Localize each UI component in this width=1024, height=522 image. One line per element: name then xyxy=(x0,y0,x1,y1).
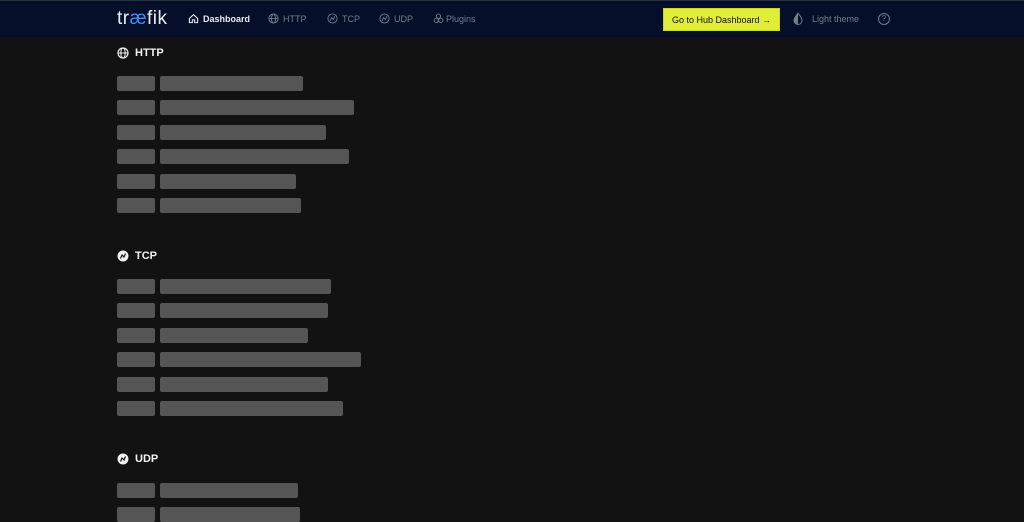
skeleton-bar-label xyxy=(117,100,155,116)
skeleton-bar-value xyxy=(160,327,308,343)
tcp-icon xyxy=(327,13,338,24)
nav-tcp[interactable]: TCP xyxy=(327,13,360,24)
theme-toggle[interactable]: Light theme xyxy=(792,12,859,25)
nav-plugins[interactable]: Plugins xyxy=(433,13,476,24)
section-http-title: HTTP xyxy=(117,47,164,59)
skeleton-bar-value xyxy=(160,303,328,319)
section-title-text: UDP xyxy=(135,453,159,465)
skeleton-bar-value xyxy=(160,352,361,368)
skeleton-bar-label xyxy=(117,507,155,522)
skeleton-bar-label xyxy=(117,303,155,319)
skeleton-bar-label xyxy=(117,76,155,91)
section-udp-title: UDP xyxy=(117,453,158,465)
tcp-icon xyxy=(117,250,129,262)
go-to-hub-dashboard-button[interactable]: Go to Hub Dashboard → xyxy=(663,8,780,31)
skeleton-bar-label xyxy=(117,376,155,392)
skeleton-bar-value xyxy=(160,124,326,140)
skeleton-bar-label xyxy=(117,173,155,189)
theme-toggle-label: Light theme xyxy=(812,13,860,24)
skeleton-bar-label xyxy=(117,401,155,416)
skeleton-bar-value xyxy=(160,76,303,91)
udp-icon xyxy=(117,453,129,465)
top-navbar: træfik Dashboard HTTP TCP UDP Plugins Go… xyxy=(0,0,1024,37)
traefik-logo[interactable]: træfik xyxy=(117,8,168,30)
nav-label: UDP xyxy=(394,13,414,24)
globe-icon xyxy=(268,13,279,24)
skeleton-bar-label xyxy=(117,279,155,294)
skeleton-bar-value xyxy=(160,483,298,498)
help-icon[interactable]: ? xyxy=(878,13,890,25)
nav-udp[interactable]: UDP xyxy=(379,13,413,24)
section-tcp-title: TCP xyxy=(117,250,157,262)
logo-text: tr xyxy=(117,8,130,29)
skeleton-bar-label xyxy=(117,124,155,140)
nav-label: HTTP xyxy=(283,13,307,24)
plugins-icon xyxy=(433,13,444,23)
skeleton-bar-value xyxy=(160,507,300,522)
nav-dashboard[interactable]: Dashboard xyxy=(188,13,250,24)
skeleton-bar-value xyxy=(160,401,343,416)
skeleton-bar-label xyxy=(117,198,155,213)
nav-label: TCP xyxy=(342,13,360,24)
section-title-text: TCP xyxy=(135,250,157,262)
nav-http[interactable]: HTTP xyxy=(268,13,307,24)
skeleton-bar-label xyxy=(117,352,155,368)
section-title-text: HTTP xyxy=(135,47,164,59)
home-icon xyxy=(188,13,199,24)
skeleton-bar-value xyxy=(160,149,349,165)
nav-label: Plugins xyxy=(446,13,476,24)
skeleton-bar-label xyxy=(117,149,155,165)
skeleton-bar-value xyxy=(160,376,328,392)
skeleton-bar-value xyxy=(160,198,301,213)
contrast-icon xyxy=(793,12,803,25)
logo-text: fik xyxy=(147,8,168,29)
udp-icon xyxy=(379,13,390,24)
skeleton-bar-value xyxy=(160,173,296,189)
logo-text-accent: æ xyxy=(129,8,148,29)
skeleton-bar-label xyxy=(117,483,155,498)
globe-icon xyxy=(117,47,129,59)
skeleton-bar-value xyxy=(160,100,354,116)
skeleton-bar-value xyxy=(160,279,331,294)
nav-label: Dashboard xyxy=(203,13,251,24)
skeleton-bar-label xyxy=(117,327,155,343)
